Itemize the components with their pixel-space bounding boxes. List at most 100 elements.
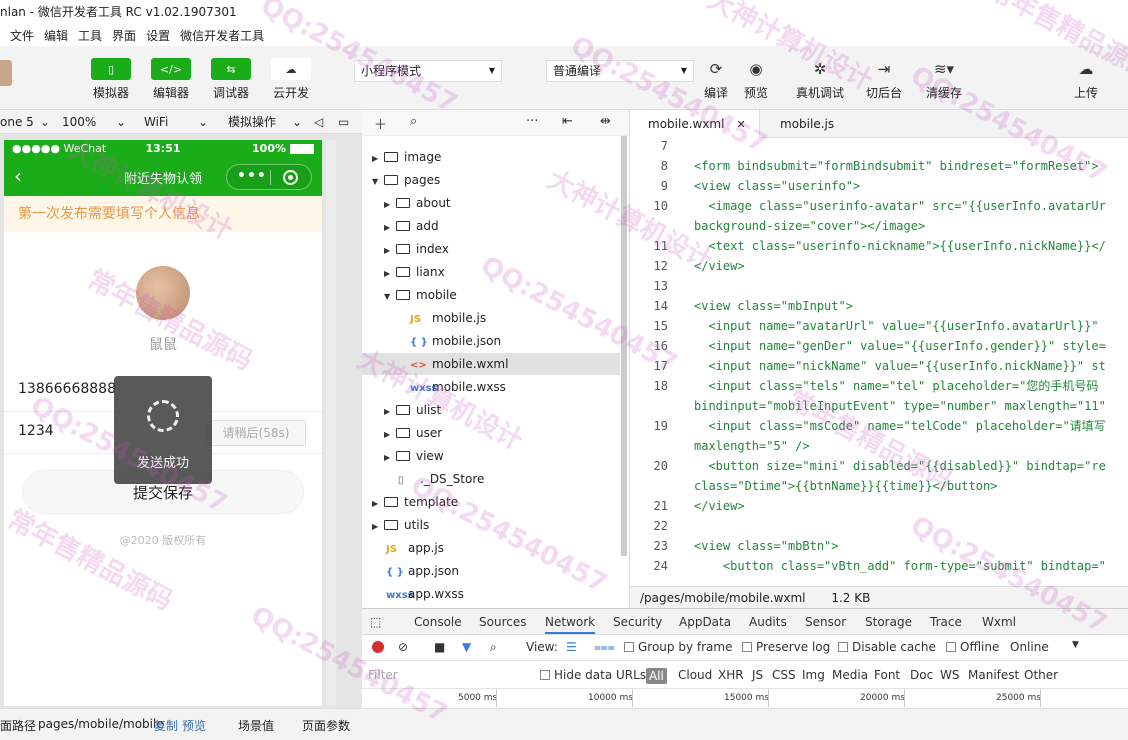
- preview-path-link[interactable]: 预览: [182, 717, 206, 734]
- user-avatar[interactable]: [0, 60, 12, 86]
- zoom-select[interactable]: 100%: [62, 110, 96, 134]
- clear-cache-button[interactable]: ≋▾ 清缓存: [926, 58, 962, 101]
- caret-right-icon[interactable]: ▶: [384, 424, 396, 446]
- caret-right-icon[interactable]: ▶: [372, 148, 384, 170]
- filter-font[interactable]: Font: [874, 668, 900, 682]
- copy-path-link[interactable]: 复制: [154, 717, 178, 734]
- tab-network[interactable]: Network: [545, 615, 596, 634]
- waterfall-view-icon[interactable]: ⩶: [594, 640, 615, 655]
- caret-down-icon[interactable]: ▼: [384, 286, 396, 308]
- filter-input[interactable]: Filter: [368, 668, 398, 682]
- filter-xhr[interactable]: XHR: [718, 668, 744, 682]
- disable-cache-checkbox[interactable]: Disable cache: [838, 640, 936, 654]
- file-tree-item[interactable]: ▶ view: [362, 445, 620, 467]
- simulator-scrollbar[interactable]: [326, 140, 336, 706]
- tab-mobile-js[interactable]: mobile.js: [762, 110, 852, 138]
- menu-edit[interactable]: 编辑: [44, 27, 68, 44]
- file-tree-item[interactable]: ▶ utils: [362, 514, 620, 536]
- file-tree-item[interactable]: JS mobile.js: [362, 307, 620, 329]
- menu-view[interactable]: 界面: [112, 27, 136, 44]
- network-select[interactable]: WiFi: [144, 110, 168, 134]
- add-icon[interactable]: ＋: [374, 114, 387, 133]
- clear-icon[interactable]: ⊘: [398, 640, 408, 654]
- tab-appdata[interactable]: AppData: [679, 615, 731, 629]
- mode-select[interactable]: 小程序模式 ▼: [354, 60, 502, 82]
- file-tree-item[interactable]: ▼ mobile: [362, 284, 620, 306]
- preserve-log-checkbox[interactable]: Preserve log: [742, 640, 830, 654]
- tab-security[interactable]: Security: [613, 615, 662, 629]
- group-by-frame-checkbox[interactable]: Group by frame: [624, 640, 732, 654]
- caret-right-icon[interactable]: ▶: [372, 493, 384, 515]
- camera-icon[interactable]: ■: [434, 640, 445, 654]
- file-explorer-scrollbar[interactable]: [621, 136, 627, 556]
- offline-checkbox[interactable]: Offline: [946, 640, 999, 654]
- caret-right-icon[interactable]: ▶: [384, 401, 396, 423]
- file-tree-item[interactable]: wxssapp.wxss: [362, 583, 620, 605]
- more-icon[interactable]: ···: [526, 114, 538, 129]
- volume-icon[interactable]: ◁: [314, 110, 323, 134]
- compile-button[interactable]: ⟳ 编译: [704, 58, 728, 101]
- file-tree-item[interactable]: ▶ about: [362, 192, 620, 214]
- page-params-button[interactable]: 页面参数: [302, 717, 350, 734]
- close-icon[interactable]: ✕: [736, 118, 745, 131]
- filter-cloud[interactable]: Cloud: [678, 668, 712, 682]
- tab-sources[interactable]: Sources: [479, 615, 526, 629]
- collapse-icon[interactable]: ⇤: [562, 114, 573, 129]
- caret-right-icon[interactable]: ▶: [384, 194, 396, 216]
- tab-console[interactable]: Console: [414, 615, 462, 629]
- record-icon[interactable]: [372, 641, 384, 653]
- file-tree-item[interactable]: { } app.json: [362, 560, 620, 582]
- filter-js[interactable]: JS: [752, 668, 763, 682]
- debugger-toggle-button[interactable]: ⇆ 调试器: [211, 58, 251, 101]
- menu-wechat-devtools[interactable]: 微信开发者工具: [180, 27, 264, 44]
- caret-right-icon[interactable]: ▶: [384, 217, 396, 239]
- menu-tools[interactable]: 工具: [78, 27, 102, 44]
- caret-down-icon[interactable]: ▼: [372, 171, 384, 193]
- file-tree-item[interactable]: ▶ image: [362, 146, 620, 168]
- tab-sensor[interactable]: Sensor: [805, 615, 846, 629]
- caret-right-icon[interactable]: ▶: [372, 516, 384, 538]
- file-tree-item[interactable]: ▶ template: [362, 491, 620, 513]
- search-icon[interactable]: ⌕: [490, 640, 497, 655]
- filter-css[interactable]: CSS: [772, 668, 796, 682]
- menu-capsule[interactable]: •••: [226, 164, 312, 190]
- scene-value-button[interactable]: 场景值: [238, 717, 274, 734]
- file-tree-item[interactable]: ▯ ._DS_Store: [362, 468, 620, 490]
- file-tree-item[interactable]: wxssmobile.wxss: [362, 376, 620, 398]
- filter-manifest[interactable]: Manifest: [968, 668, 1019, 682]
- filter-media[interactable]: Media: [832, 668, 868, 682]
- list-view-icon[interactable]: ☰: [566, 640, 577, 654]
- window-icon[interactable]: ▭: [338, 110, 349, 134]
- file-tree-item[interactable]: <> mobile.wxml: [362, 353, 620, 375]
- simulate-ops-select[interactable]: 模拟操作: [228, 110, 276, 134]
- caret-right-icon[interactable]: ▶: [384, 240, 396, 262]
- upload-button[interactable]: ☁ 上传: [1074, 58, 1098, 101]
- caret-right-icon[interactable]: ▶: [384, 263, 396, 285]
- menu-file[interactable]: 文件: [10, 27, 34, 44]
- device-select[interactable]: one 5: [0, 110, 34, 134]
- tab-trace[interactable]: Trace: [930, 615, 962, 629]
- simulator-toggle-button[interactable]: ▯ 模拟器: [91, 58, 131, 101]
- code-area[interactable]: 7 8 <form bindsubmit="formBindsubmit" bind…: [630, 138, 1128, 586]
- inspect-icon[interactable]: ⬚: [370, 615, 381, 629]
- filter-img[interactable]: Img: [802, 668, 825, 682]
- compile-mode-select[interactable]: 普通编译 ▼: [546, 60, 694, 82]
- preview-button[interactable]: ◉ 预览: [744, 58, 768, 101]
- file-tree-item[interactable]: { } mobile.json: [362, 330, 620, 352]
- search-icon[interactable]: ⌕: [410, 114, 417, 129]
- caret-right-icon[interactable]: ▶: [384, 447, 396, 469]
- caret-down-icon[interactable]: ▼: [1072, 640, 1079, 650]
- file-tree-item[interactable]: ▶ ulist: [362, 399, 620, 421]
- filter-other[interactable]: Other: [1024, 668, 1058, 682]
- hide-data-urls-checkbox[interactable]: Hide data URLs: [540, 668, 646, 682]
- editor-toggle-button[interactable]: </> 编辑器: [151, 58, 191, 101]
- menu-settings[interactable]: 设置: [146, 27, 170, 44]
- tab-wxml[interactable]: Wxml: [982, 615, 1016, 629]
- background-button[interactable]: ⇥ 切后台: [866, 58, 902, 101]
- tab-audits[interactable]: Audits: [749, 615, 787, 629]
- tab-storage[interactable]: Storage: [865, 615, 912, 629]
- filter-doc[interactable]: Doc: [910, 668, 933, 682]
- code-input[interactable]: 1234: [18, 423, 54, 439]
- file-tree-item[interactable]: ▶ add: [362, 215, 620, 237]
- remote-debug-button[interactable]: ✲ 真机调试: [796, 58, 844, 101]
